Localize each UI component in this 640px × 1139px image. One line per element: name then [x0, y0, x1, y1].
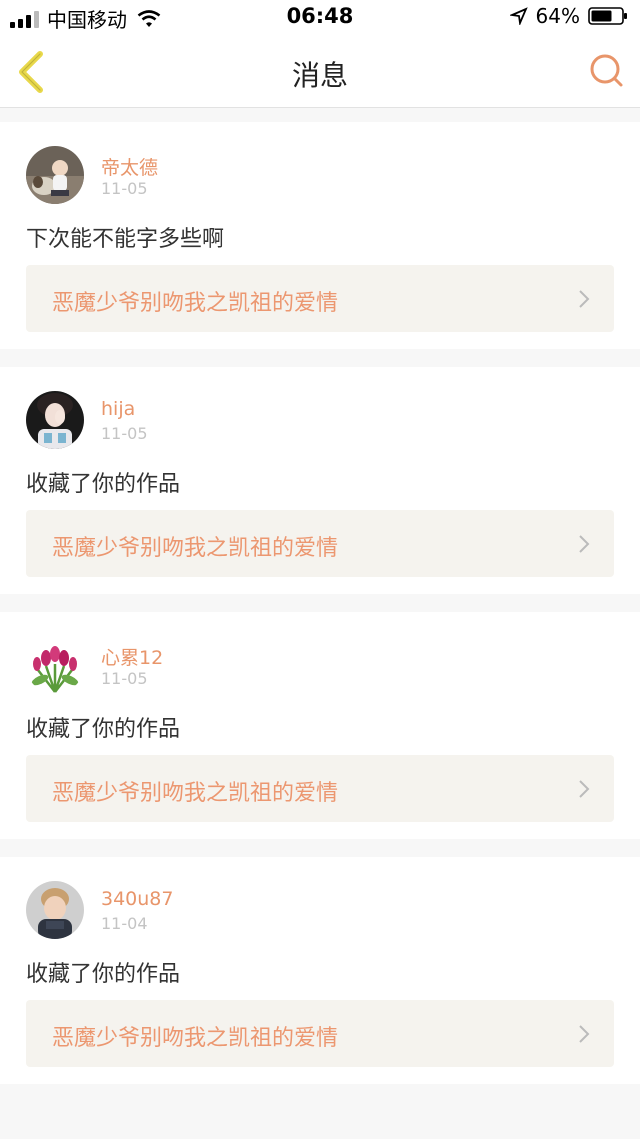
work-title: 恶魔少爷别吻我之凯祖的爱情	[52, 781, 339, 806]
user-name[interactable]: 340u87	[101, 888, 173, 910]
message-text: 下次能不能字多些啊	[26, 227, 225, 252]
location-arrow-icon	[509, 7, 528, 25]
message-date: 11-04	[101, 914, 148, 933]
work-title: 恶魔少爷别吻我之凯祖的爱情	[52, 536, 339, 561]
message-card: 心累12 11-05 收藏了你的作品 恶魔少爷别吻我之凯祖的爱情	[0, 612, 640, 839]
message-text: 收藏了你的作品	[26, 962, 181, 987]
work-link[interactable]: 恶魔少爷别吻我之凯祖的爱情	[26, 510, 614, 577]
status-right: 64%	[509, 4, 628, 28]
message-date: 11-05	[101, 179, 148, 198]
message-card: 340u87 11-04 收藏了你的作品 恶魔少爷别吻我之凯祖的爱情	[0, 857, 640, 1084]
search-button[interactable]	[588, 52, 626, 90]
chevron-right-icon	[579, 290, 590, 308]
work-title: 恶魔少爷别吻我之凯祖的爱情	[52, 1026, 339, 1051]
user-name[interactable]: 帝太德	[101, 153, 158, 180]
chevron-right-icon	[579, 1025, 590, 1043]
message-text: 收藏了你的作品	[26, 472, 181, 497]
work-link[interactable]: 恶魔少爷别吻我之凯祖的爱情	[26, 265, 614, 332]
page-title: 消息	[291, 59, 348, 92]
chevron-right-icon	[579, 535, 590, 553]
work-link[interactable]: 恶魔少爷别吻我之凯祖的爱情	[26, 755, 614, 822]
nav-bar: 消息	[0, 34, 640, 108]
avatar[interactable]	[26, 391, 84, 449]
avatar[interactable]	[26, 881, 84, 939]
message-list: 帝太德 11-05 下次能不能字多些啊 恶魔少爷别吻我之凯祖的爱情 hija 1…	[0, 108, 640, 1084]
battery-icon	[588, 7, 627, 25]
work-title: 恶魔少爷别吻我之凯祖的爱情	[52, 291, 339, 316]
user-name[interactable]: hija	[101, 398, 135, 420]
chevron-right-icon	[579, 780, 590, 798]
battery-percent: 64%	[535, 4, 580, 28]
message-card: hija 11-05 收藏了你的作品 恶魔少爷别吻我之凯祖的爱情	[0, 367, 640, 594]
user-name[interactable]: 心累12	[101, 643, 163, 670]
message-card: 帝太德 11-05 下次能不能字多些啊 恶魔少爷别吻我之凯祖的爱情	[0, 122, 640, 349]
avatar[interactable]	[26, 146, 84, 204]
status-bar: 中国移动 06:48 64%	[0, 0, 640, 34]
work-link[interactable]: 恶魔少爷别吻我之凯祖的爱情	[26, 1000, 614, 1067]
message-text: 收藏了你的作品	[26, 717, 181, 742]
avatar[interactable]	[26, 636, 84, 694]
message-date: 11-05	[101, 669, 148, 688]
message-date: 11-05	[101, 424, 148, 443]
